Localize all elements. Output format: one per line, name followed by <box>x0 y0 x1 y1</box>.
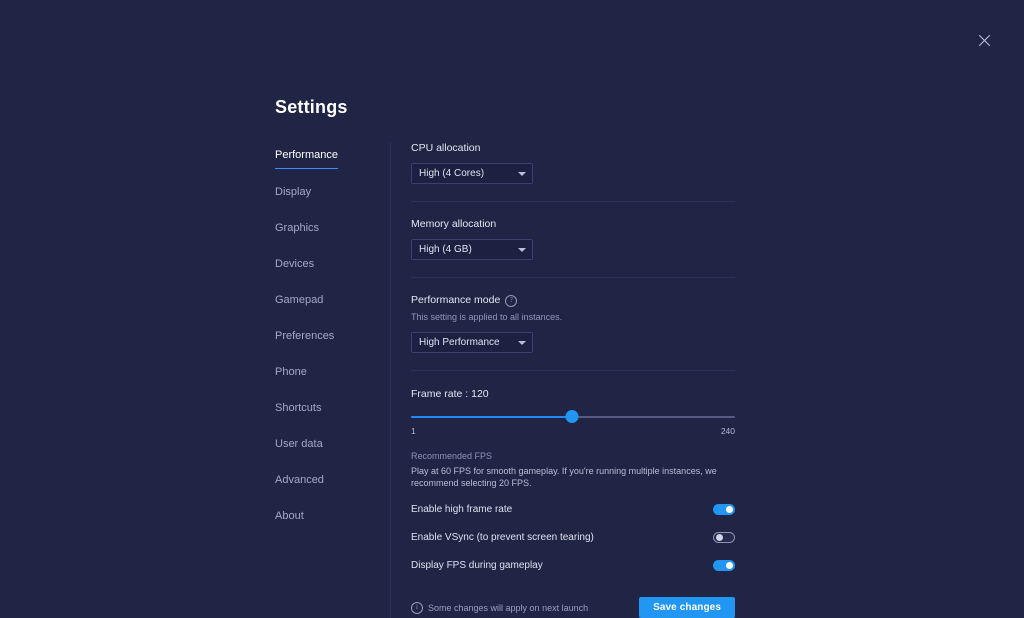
recommended-fps-title: Recommended FPS <box>411 450 735 462</box>
info-circle-icon: i <box>411 602 423 614</box>
frame-rate-group: Frame rate : 120 1 240 <box>411 388 735 437</box>
toggle-knob <box>726 506 733 513</box>
cpu-allocation-label: CPU allocation <box>411 142 735 155</box>
section-divider <box>411 277 735 278</box>
cpu-allocation-select[interactable]: High (4 Cores) <box>411 163 533 184</box>
toggle-row-high-frame-rate: Enable high frame rate <box>411 500 735 518</box>
sidebar-item-devices[interactable]: Devices <box>275 258 314 277</box>
chevron-down-icon <box>518 172 526 176</box>
recommended-fps-body: Play at 60 FPS for smooth gameplay. If y… <box>411 465 731 489</box>
next-launch-note-text: Some changes will apply on next launch <box>428 602 588 614</box>
chevron-down-icon <box>518 248 526 252</box>
sidebar-item-phone[interactable]: Phone <box>275 366 307 385</box>
save-changes-button[interactable]: Save changes <box>639 597 735 618</box>
performance-mode-description: This setting is applied to all instances… <box>411 311 735 323</box>
performance-mode-value: High Performance <box>419 337 500 348</box>
memory-allocation-select[interactable]: High (4 GB) <box>411 239 533 260</box>
performance-mode-group: Performance mode ? This setting is appli… <box>411 294 735 353</box>
frame-rate-slider[interactable] <box>411 410 735 424</box>
sidebar-item-about[interactable]: About <box>275 510 304 529</box>
sidebar-item-advanced[interactable]: Advanced <box>275 474 324 493</box>
toggle-display-fps[interactable] <box>713 560 735 571</box>
next-launch-note: i Some changes will apply on next launch <box>411 602 588 614</box>
toggle-label-vsync: Enable VSync (to prevent screen tearing) <box>411 531 594 544</box>
sidebar-item-display[interactable]: Display <box>275 186 311 205</box>
help-circle-icon[interactable]: ? <box>505 295 517 307</box>
slider-min-label: 1 <box>411 426 416 437</box>
page-title: Settings <box>275 96 735 118</box>
settings-sidebar: Performance Display Graphics Devices Gam… <box>275 142 390 542</box>
slider-max-label: 240 <box>721 426 735 437</box>
toggle-row-display-fps: Display FPS during gameplay <box>411 556 735 574</box>
sidebar-item-graphics[interactable]: Graphics <box>275 222 319 241</box>
sidebar-item-performance[interactable]: Performance <box>275 149 338 169</box>
cpu-allocation-group: CPU allocation High (4 Cores) <box>411 142 735 184</box>
settings-content: CPU allocation High (4 Cores) Memory all… <box>411 142 735 618</box>
toggle-label-high-frame-rate: Enable high frame rate <box>411 503 512 516</box>
toggle-knob <box>716 534 723 541</box>
memory-allocation-value: High (4 GB) <box>419 244 472 255</box>
section-divider <box>411 370 735 371</box>
dialog-footer: i Some changes will apply on next launch… <box>411 597 735 618</box>
chevron-down-icon <box>518 341 526 345</box>
frame-rate-label: Frame rate : 120 <box>411 388 735 401</box>
slider-handle[interactable] <box>566 410 579 423</box>
slider-fill <box>411 416 572 418</box>
performance-mode-label: Performance mode <box>411 294 500 307</box>
sidebar-item-shortcuts[interactable]: Shortcuts <box>275 402 321 421</box>
toggle-vsync[interactable] <box>713 532 735 543</box>
performance-mode-label-row: Performance mode ? <box>411 294 735 307</box>
cpu-allocation-value: High (4 Cores) <box>419 168 484 179</box>
settings-window: Settings Performance Display Graphics De… <box>0 0 1024 585</box>
settings-body: Performance Display Graphics Devices Gam… <box>275 142 735 618</box>
toggle-high-frame-rate[interactable] <box>713 504 735 515</box>
sidebar-item-user-data[interactable]: User data <box>275 438 323 457</box>
close-icon[interactable] <box>974 30 994 50</box>
memory-allocation-label: Memory allocation <box>411 218 735 231</box>
settings-dialog: Settings Performance Display Graphics De… <box>275 96 735 618</box>
performance-mode-select[interactable]: High Performance <box>411 332 533 353</box>
sidebar-item-preferences[interactable]: Preferences <box>275 330 334 349</box>
sidebar-item-gamepad[interactable]: Gamepad <box>275 294 323 313</box>
toggle-knob <box>726 562 733 569</box>
memory-allocation-group: Memory allocation High (4 GB) <box>411 218 735 260</box>
sidebar-content-divider <box>390 142 391 618</box>
toggle-row-vsync: Enable VSync (to prevent screen tearing) <box>411 528 735 546</box>
slider-range-labels: 1 240 <box>411 426 735 437</box>
section-divider <box>411 201 735 202</box>
toggle-label-display-fps: Display FPS during gameplay <box>411 559 543 572</box>
